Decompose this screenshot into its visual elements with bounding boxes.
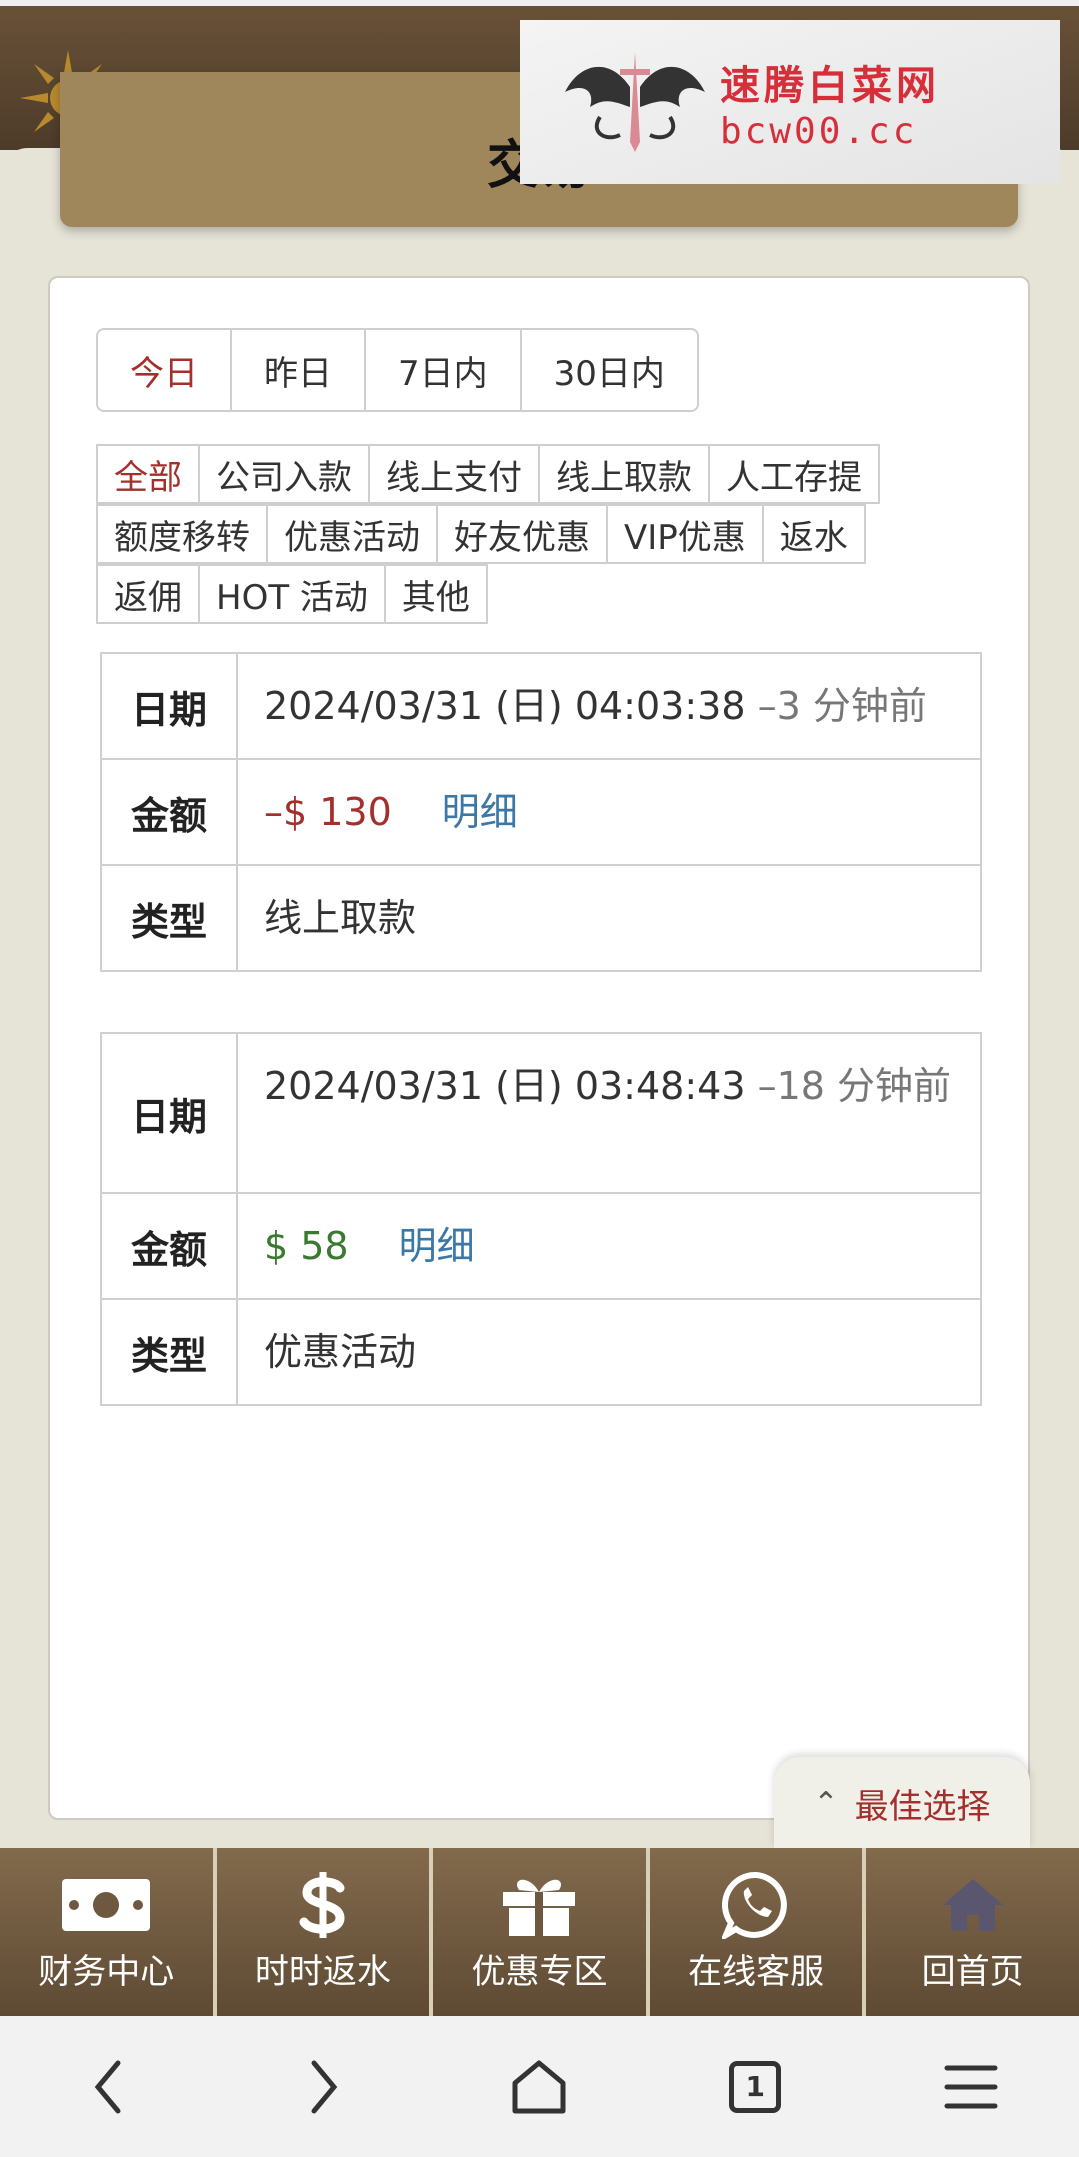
hamburger-menu-icon	[944, 2065, 998, 2108]
filter-commission[interactable]: 返佣	[96, 564, 200, 624]
watermark-logo: 速腾白菜网 bcw00.cc	[520, 20, 1060, 184]
filter-manual-deposit-withdraw[interactable]: 人工存提	[708, 444, 880, 504]
filter-all[interactable]: 全部	[96, 444, 200, 504]
range-yesterday-tab[interactable]: 昨日	[232, 330, 366, 410]
nav-label: 回首页	[921, 1951, 1024, 1992]
transaction-record: 日期 2024/03/31 (日) 03:48:43 –18 分钟前 金额 $ …	[100, 1032, 982, 1406]
range-today-tab[interactable]: 今日	[98, 330, 232, 410]
nav-customer-service[interactable]: 在线客服	[650, 1848, 867, 2016]
type-label: 类型	[102, 1300, 238, 1404]
detail-link[interactable]: 明细	[442, 784, 518, 840]
gift-icon	[493, 1872, 585, 1938]
date-label: 日期	[102, 1034, 238, 1192]
filter-online-payment[interactable]: 线上支付	[368, 444, 540, 504]
range-30-days-tab[interactable]: 30日内	[522, 330, 697, 410]
status-strip	[0, 0, 1079, 6]
nav-promotions[interactable]: 优惠专区	[433, 1848, 650, 2016]
browser-back-button[interactable]	[68, 2047, 148, 2127]
browser-forward-button[interactable]	[284, 2047, 364, 2127]
watermark-url: bcw00.cc	[720, 110, 918, 152]
browser-home-button[interactable]	[499, 2047, 579, 2127]
double-chevron-up-icon: ⌃	[813, 1785, 839, 1821]
nav-home[interactable]: 回首页	[866, 1848, 1079, 2016]
watermark-title: 速腾白菜网	[720, 61, 940, 109]
chevron-right-icon	[311, 2060, 337, 2113]
filter-friend-bonus[interactable]: 好友优惠	[436, 504, 608, 564]
filter-vip-bonus[interactable]: VIP优惠	[606, 504, 764, 564]
range-7-days-tab[interactable]: 7日内	[366, 330, 522, 410]
filter-rebate[interactable]: 返水	[761, 504, 866, 564]
record-type-row: 类型 优惠活动	[102, 1300, 980, 1404]
amount-label: 金额	[102, 1194, 238, 1298]
detail-link[interactable]: 明细	[399, 1218, 475, 1274]
date-value: 2024/03/31 (日) 03:48:43 –18 分钟前	[238, 1034, 980, 1192]
record-date-row: 日期 2024/03/31 (日) 04:03:38 –3 分钟前	[102, 654, 980, 760]
dollar-icon	[277, 1871, 369, 1938]
whatsapp-icon	[710, 1871, 802, 1939]
tabs-count-icon: 1	[729, 2060, 782, 2113]
record-type: 优惠活动	[264, 1330, 417, 1374]
record-time-ago: –3 分钟前	[757, 684, 927, 728]
filter-company-deposit[interactable]: 公司入款	[198, 444, 370, 504]
type-label: 类型	[102, 866, 238, 970]
filter-credit-transfer[interactable]: 额度移转	[96, 504, 268, 564]
filter-online-withdrawal[interactable]: 线上取款	[538, 444, 710, 504]
browser-tabs-button[interactable]: 1	[715, 2047, 795, 2127]
date-range-tabs: 今日 昨日 7日内 30日内	[96, 328, 699, 412]
record-date-row: 日期 2024/03/31 (日) 03:48:43 –18 分钟前	[102, 1034, 980, 1194]
filter-promotions[interactable]: 优惠活动	[266, 504, 438, 564]
nav-rebate[interactable]: 时时返水	[217, 1848, 434, 2016]
filter-other[interactable]: 其他	[383, 564, 488, 624]
chevron-left-icon	[94, 2060, 121, 2113]
nav-label: 优惠专区	[471, 1951, 608, 1992]
record-type: 线上取款	[264, 896, 417, 940]
transaction-card: 今日 昨日 7日内 30日内 全部 公司入款 线上支付 线上取款 人工存提 额度…	[48, 276, 1030, 1820]
type-filters: 全部 公司入款 线上支付 线上取款 人工存提 额度移转 优惠活动 好友优惠 VI…	[96, 444, 996, 624]
home-outline-icon	[512, 2060, 566, 2113]
browser-toolbar: 1	[0, 2016, 1079, 2157]
filter-hot-events[interactable]: HOT 活动	[198, 564, 386, 624]
record-type-row: 类型 线上取款	[102, 866, 980, 970]
browser-menu-button[interactable]	[931, 2047, 1011, 2127]
dragon-sword-icon	[565, 52, 705, 152]
nav-label: 在线客服	[688, 1951, 825, 1992]
amount-value: –$ 130 明细	[238, 760, 980, 864]
date-label: 日期	[102, 654, 238, 758]
home-icon	[927, 1872, 1019, 1938]
nav-finance-center[interactable]: 财务中心	[0, 1848, 217, 2016]
record-amount: –$ 130	[264, 790, 392, 834]
record-amount-row: 金额 –$ 130 明细	[102, 760, 980, 866]
best-choice-label: 最佳选择	[854, 1786, 991, 1827]
tab-count: 1	[745, 2070, 766, 2103]
amount-label: 金额	[102, 760, 238, 864]
record-time-ago: –18 分钟前	[757, 1064, 952, 1108]
best-choice-button[interactable]: ⌃ 最佳选择	[774, 1757, 1030, 1849]
record-amount: $ 58	[264, 1224, 349, 1268]
money-icon	[60, 1872, 152, 1938]
bottom-nav: 财务中心 时时返水 优惠专区 在线客服 回首页	[0, 1848, 1079, 2016]
record-datetime: 2024/03/31 (日) 03:48:43	[264, 1064, 746, 1108]
amount-value: $ 58 明细	[238, 1194, 980, 1298]
nav-label: 财务中心	[38, 1951, 175, 1992]
transaction-record: 日期 2024/03/31 (日) 04:03:38 –3 分钟前 金额 –$ …	[100, 652, 982, 972]
date-value: 2024/03/31 (日) 04:03:38 –3 分钟前	[238, 654, 980, 758]
nav-label: 时时返水	[254, 1951, 391, 1992]
record-amount-row: 金额 $ 58 明细	[102, 1194, 980, 1300]
record-datetime: 2024/03/31 (日) 04:03:38	[264, 684, 746, 728]
